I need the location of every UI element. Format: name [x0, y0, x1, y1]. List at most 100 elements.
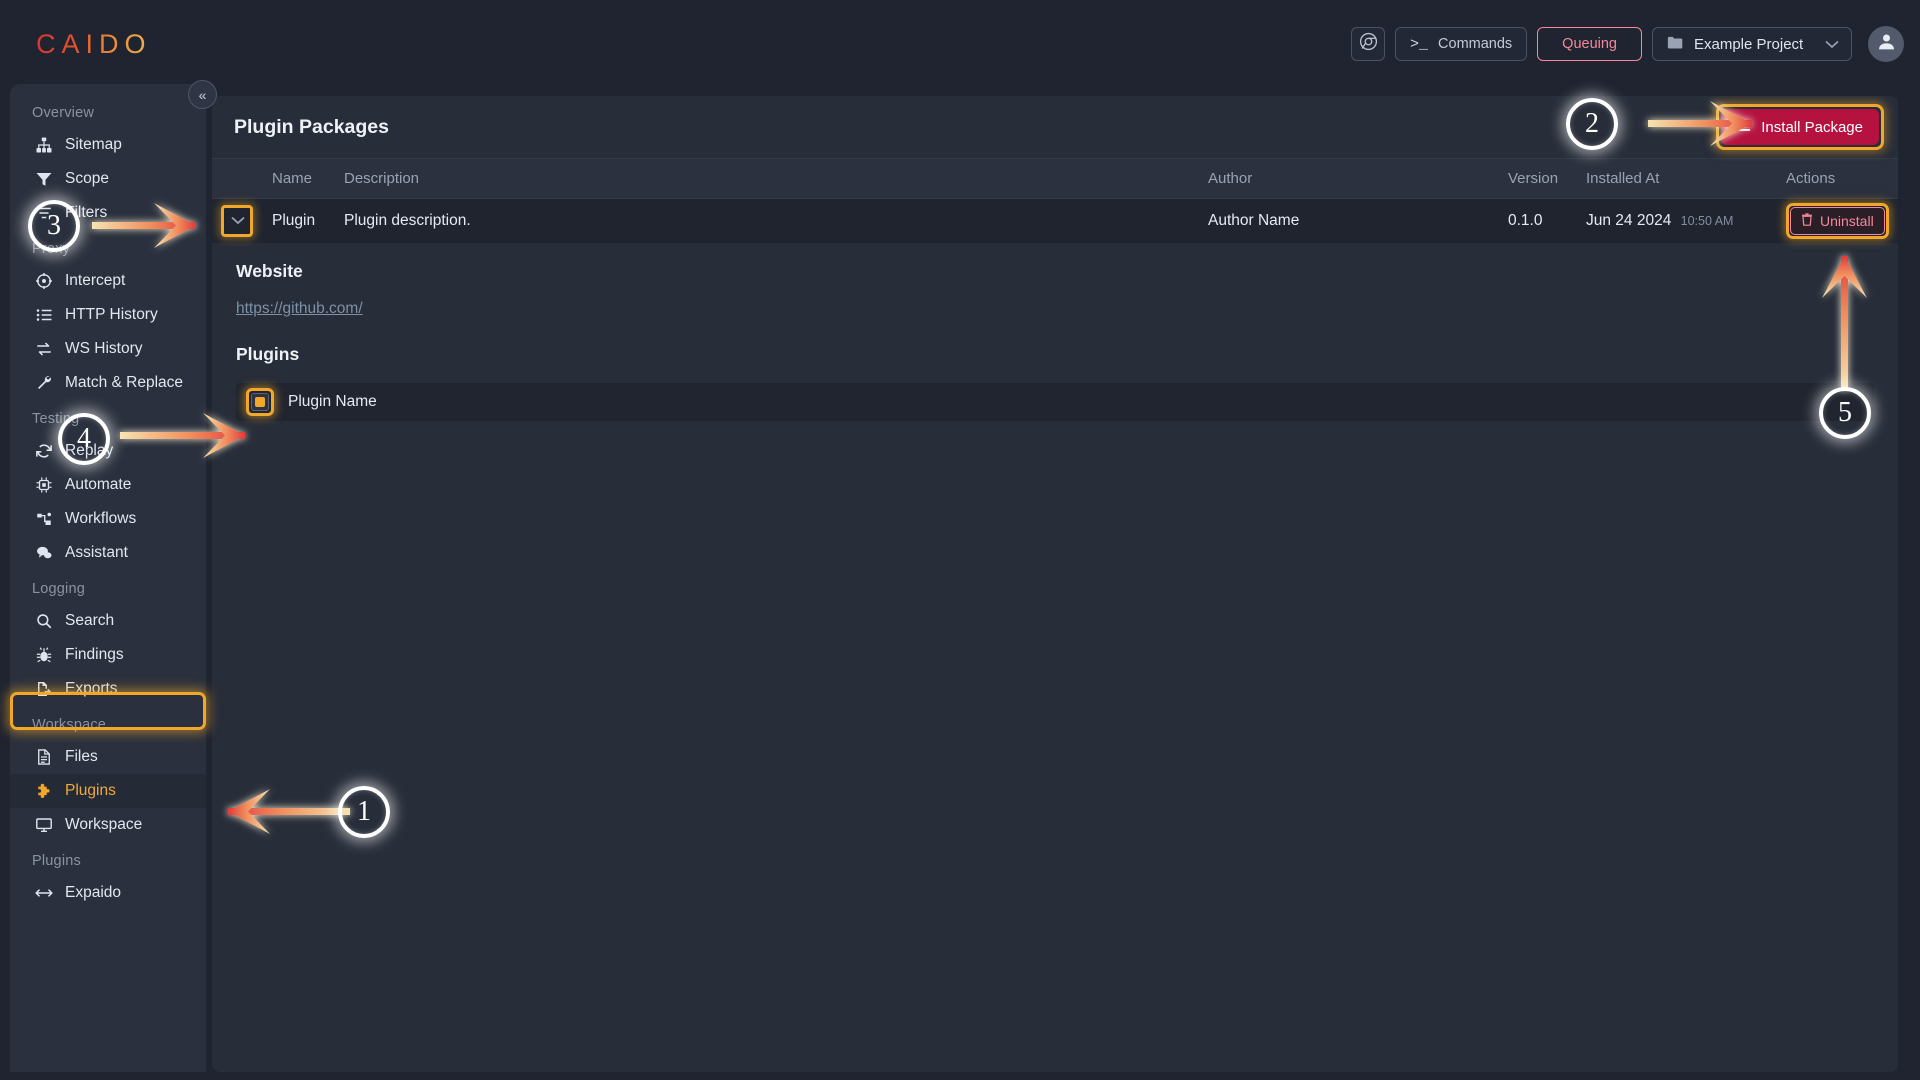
sidebar-item-ws-history[interactable]: WS History [10, 332, 206, 366]
project-name-label: Example Project [1694, 35, 1804, 53]
checkbox-fill-icon [255, 396, 265, 407]
callout-3: 3 [28, 200, 80, 252]
sidebar-item-label: Files [65, 748, 98, 765]
monitor-icon [35, 816, 53, 834]
caido-logo: CAIDO [36, 28, 152, 59]
sidebar-item-findings[interactable]: Findings [10, 638, 206, 672]
terminal-prompt-icon: >_ [1410, 35, 1429, 53]
plugin-name-label: Plugin Name [288, 392, 377, 410]
sidebar-item-label: WS History [65, 340, 143, 357]
col-header-installed-at[interactable]: Installed At [1578, 158, 1778, 199]
sidebar-item-workflows[interactable]: Workflows [10, 502, 206, 536]
sidebar-item-label: Match & Replace [65, 374, 184, 391]
sidebar-item-intercept[interactable]: Intercept [10, 264, 206, 298]
bug-icon [35, 646, 53, 664]
col-header-expand[interactable] [212, 158, 264, 199]
row-expand-cell[interactable] [212, 198, 264, 243]
page-title: Plugin Packages [234, 115, 389, 138]
chevron-down-icon [1825, 37, 1839, 52]
sidebar-item-files[interactable]: Files [10, 740, 206, 774]
sitemap-icon [35, 136, 53, 154]
col-header-actions: Actions [1778, 158, 1898, 199]
file-icon [35, 748, 53, 766]
sidebar-item-label: Workspace [65, 816, 143, 833]
sidebar-item-label: Automate [65, 476, 132, 493]
install-package-highlight: Install Package [1716, 104, 1884, 150]
callout-5: 5 [1819, 387, 1871, 439]
plugin-checkbox-highlight [246, 387, 274, 416]
commands-label: Commands [1438, 36, 1513, 52]
sidebar-item-assistant[interactable]: Assistant [10, 536, 206, 570]
caido-app-window: CAIDO >_ Commands Queuing Example Projec… [0, 0, 1920, 1080]
plugin-packages-table: Name Description Author Version Installe… [212, 158, 1898, 243]
arrows-horizontal-icon [35, 884, 53, 902]
sidebar-item-exports[interactable]: Exports [10, 672, 206, 706]
sidebar-item-plugins[interactable]: Plugins [10, 774, 206, 808]
list-icon [35, 306, 53, 324]
sidebar-section-overview: Overview [32, 105, 95, 121]
sidebar-item-label: Exports [65, 680, 118, 697]
col-header-description[interactable]: Description [336, 158, 1200, 199]
workflow-icon [35, 510, 53, 528]
plugin-enabled-checkbox[interactable] [251, 392, 269, 411]
chrome-icon-button[interactable] [1351, 27, 1386, 61]
col-header-version[interactable]: Version [1500, 158, 1578, 199]
queuing-label: Queuing [1562, 36, 1617, 52]
sidebar-item-automate[interactable]: Automate [10, 468, 206, 502]
exchange-arrows-icon [35, 340, 53, 358]
sidebar-item-expaido[interactable]: Expaido [10, 876, 206, 910]
install-package-button[interactable]: Install Package [1721, 109, 1879, 145]
main-header: Plugin Packages Install Package [212, 96, 1898, 158]
website-heading: Website [236, 260, 303, 281]
uninstall-highlight: Uninstall [1786, 202, 1889, 239]
table-body: Plugin Plugin description. Author Name 0… [212, 198, 1898, 243]
website-link[interactable]: https://github.com/ [236, 300, 363, 318]
sidebar-item-label: Assistant [65, 544, 128, 561]
sidebar-item-http-history[interactable]: HTTP History [10, 298, 206, 332]
sidebar-item-sitemap[interactable]: Sitemap [10, 128, 206, 162]
table-row[interactable]: Plugin Plugin description. Author Name 0… [212, 198, 1898, 243]
col-header-name[interactable]: Name [264, 158, 336, 199]
callout-1: 1 [338, 786, 390, 838]
callout-2: 2 [1566, 98, 1618, 150]
top-bar: CAIDO >_ Commands Queuing Example Projec… [0, 0, 1920, 88]
sidebar-item-match-replace[interactable]: Match & Replace [10, 366, 206, 400]
sidebar-item-label: HTTP History [65, 306, 158, 323]
chat-bubbles-icon [35, 544, 53, 562]
top-bar-actions: >_ Commands Queuing Example Project [1351, 26, 1904, 62]
filter-funnel-icon [35, 170, 53, 188]
cell-author: Author Name [1200, 198, 1500, 243]
table-header: Name Description Author Version Installe… [212, 158, 1898, 199]
commands-button[interactable]: >_ Commands [1395, 27, 1528, 61]
cell-installed-at: Jun 24 2024 10:50 AM [1578, 198, 1778, 243]
cell-name: Plugin [264, 198, 336, 243]
uninstall-label: Uninstall [1820, 212, 1874, 229]
col-header-author[interactable]: Author [1200, 158, 1500, 199]
package-detail-panel: Website https://github.com/ Plugins Plug… [212, 243, 1898, 421]
callout-4: 4 [58, 413, 110, 465]
refresh-icon [35, 442, 53, 460]
sidebar-item-search[interactable]: Search [10, 604, 206, 638]
main-panel: Plugin Packages Install Package Name Des… [212, 96, 1898, 1072]
project-selector[interactable]: Example Project [1652, 27, 1852, 61]
wrench-icon [35, 374, 53, 392]
queuing-button[interactable]: Queuing [1537, 27, 1642, 61]
chevron-down-icon[interactable] [226, 208, 250, 234]
sidebar-item-scope[interactable]: Scope [10, 162, 206, 196]
table-header-row: Name Description Author Version Installe… [212, 158, 1898, 199]
sidebar-collapse-button[interactable]: « [188, 80, 217, 109]
trash-icon [1801, 213, 1813, 229]
install-package-label: Install Package [1761, 118, 1863, 136]
sidebar-section-plugins: Plugins [32, 853, 81, 869]
uninstall-button[interactable]: Uninstall [1790, 206, 1885, 235]
sidebar-section-logging: Logging [32, 581, 86, 597]
cell-description: Plugin description. [336, 198, 1200, 243]
cell-actions: Uninstall [1778, 198, 1898, 243]
chip-icon [35, 476, 53, 494]
list-item[interactable]: Plugin Name [236, 382, 1874, 421]
avatar[interactable] [1868, 26, 1904, 62]
installed-date: Jun 24 2024 [1586, 211, 1672, 229]
sidebar-item-workspace[interactable]: Workspace [10, 808, 206, 842]
sidebar-item-label: Search [65, 612, 115, 629]
installed-time: 10:50 AM [1680, 213, 1734, 228]
